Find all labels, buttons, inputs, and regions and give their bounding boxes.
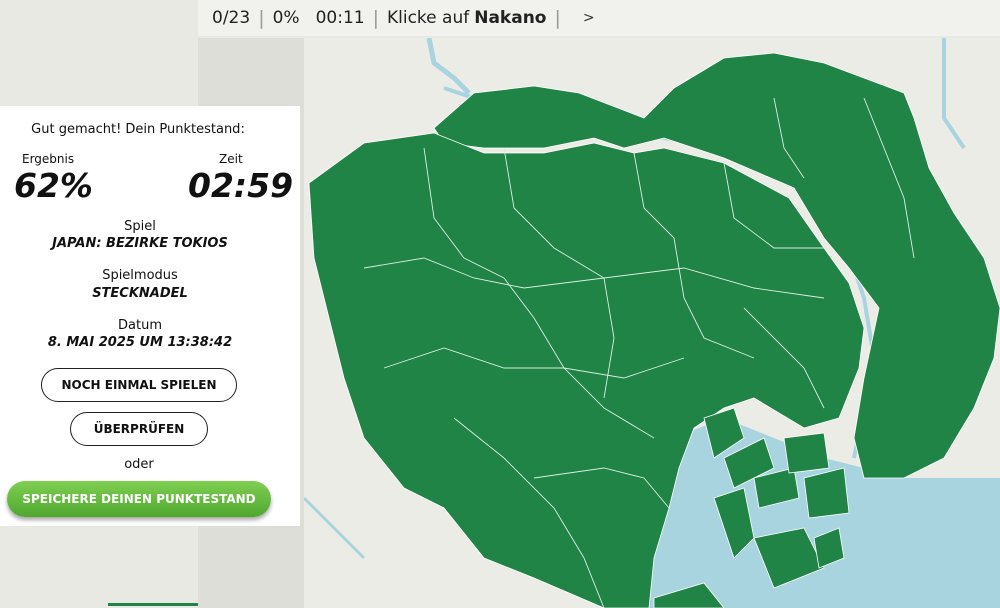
review-button[interactable]: ÜBERPRÜFEN (70, 412, 208, 446)
game-value: JAPAN: BEZIRKE TOKIOS (52, 236, 228, 251)
skip-button[interactable]: > (583, 10, 595, 26)
time-value: 02:59 (188, 166, 294, 205)
play-again-button[interactable]: NOCH EINMAL SPIELEN (41, 368, 237, 402)
result-heading: Gut gemacht! Dein Punktestand: (31, 122, 245, 137)
percent-counter: 0% (272, 8, 300, 28)
river-southwest (304, 496, 366, 560)
prompt-text: Klicke auf (386, 8, 470, 28)
bottom-accent-line (108, 603, 198, 606)
score-label: Ergebnis (22, 152, 75, 166)
date-value: 8. MAI 2025 UM 13:38:42 (47, 335, 233, 350)
river-east (942, 38, 966, 150)
score-value: 62% (14, 166, 93, 205)
timer: 00:11 (315, 8, 365, 28)
separator: | (258, 7, 265, 29)
or-text: oder (124, 457, 154, 472)
separator: | (372, 7, 379, 29)
map-canvas[interactable] (304, 38, 1000, 608)
target-name: Nakano (474, 8, 547, 28)
found-counter: 0/23 (212, 8, 251, 28)
mode-value: STECKNADEL (92, 286, 188, 301)
river-north (426, 38, 471, 95)
date-label: Datum (118, 318, 162, 333)
game-status-bar: 0/23 | 0% 00:11 | Klicke auf Nakano | > (198, 0, 1000, 36)
separator: | (554, 7, 561, 29)
save-score-button[interactable]: SPEICHERE DEINEN PUNKTESTAND (7, 481, 271, 517)
time-label: Zeit (219, 152, 243, 166)
result-panel: Gut gemacht! Dein Punktestand: Ergebnis … (0, 106, 300, 526)
game-label: Spiel (124, 219, 156, 234)
mode-label: Spielmodus (102, 268, 178, 283)
tokyo-map[interactable] (304, 38, 1000, 608)
